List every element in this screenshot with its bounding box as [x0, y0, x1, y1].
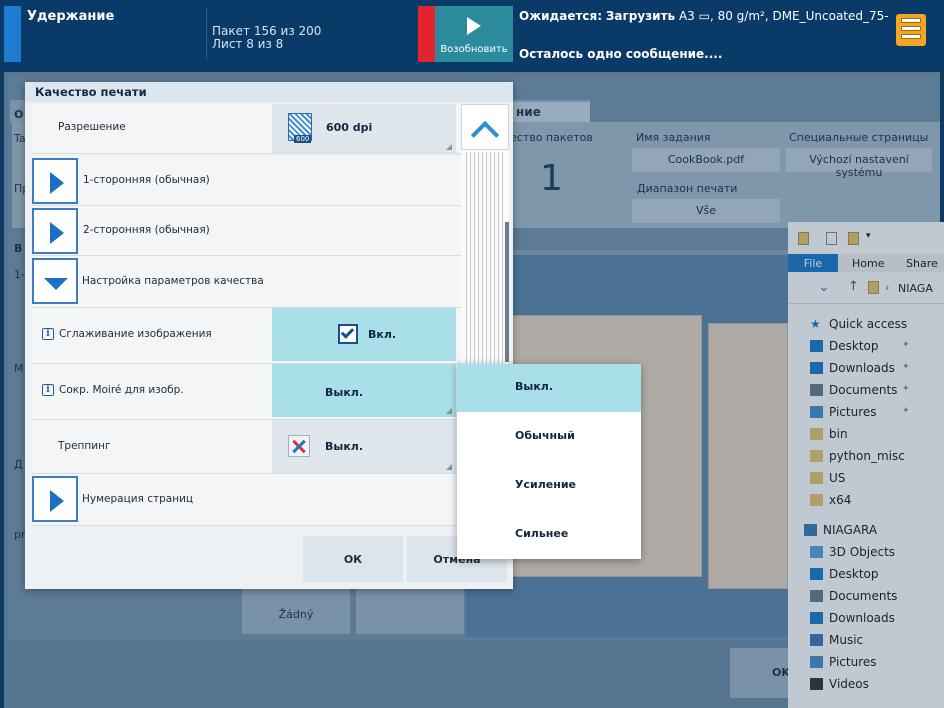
setting-row-moire: i Сокр. Moiré для изобр. Выкл. — [32, 364, 461, 420]
expand-right-icon — [50, 172, 64, 194]
quality-settings-label: Настройка параметров качества — [82, 275, 264, 287]
checkbox-checked-icon[interactable] — [338, 324, 358, 344]
setting-row-trapping: Треппинг Выкл. — [32, 420, 461, 474]
expected-media: A3 ▭, 80 g/m², DME_Uncoated_75- — [678, 9, 889, 23]
dropdown-corner-icon — [446, 464, 452, 470]
dropdown-option[interactable]: Сильнее — [457, 511, 641, 559]
expand-button[interactable] — [32, 476, 78, 522]
trapping-value: Выкл. — [325, 440, 364, 453]
dropdown-option[interactable]: Усиление — [457, 462, 641, 510]
ok-button[interactable]: ОК — [303, 536, 403, 582]
page-numbering-label: Нумерация страниц — [82, 493, 194, 505]
expected-action-verb: Загрузить — [605, 9, 676, 23]
setting-row-quality[interactable]: Настройка параметров качества — [32, 256, 461, 308]
smoothing-value: Вкл. — [368, 328, 397, 341]
stack-menu-icon[interactable] — [896, 14, 926, 46]
collapse-button[interactable] — [32, 258, 78, 304]
smoothing-toggle[interactable]: Вкл. — [272, 308, 456, 361]
moire-options-dropdown: Выкл. Обычный Усиление Сильнее — [457, 364, 641, 559]
info-icon[interactable]: i — [42, 328, 54, 340]
expected-action: Ожидается: Загрузить A3 ▭, 80 g/m², DME_… — [519, 9, 889, 23]
expand-right-icon — [50, 490, 64, 512]
setting-row-smoothing: i Сглаживание изображения Вкл. — [32, 308, 461, 364]
expected-prefix: Ожидается: — [519, 9, 603, 23]
smoothing-label: Сглаживание изображения — [59, 328, 212, 340]
alert-indicator — [418, 6, 435, 62]
print-quality-dialog: Качество печати Разрешение 600 600 dpi 1… — [25, 82, 513, 589]
duplex-label: 2-сторонняя (обычная) — [83, 224, 210, 236]
simplex-label: 1-сторонняя (обычная) — [83, 174, 210, 186]
dropdown-corner-icon — [446, 144, 452, 150]
setting-row-simplex[interactable]: 1-сторонняя (обычная) — [32, 156, 461, 206]
resume-button[interactable]: Возобновить — [435, 6, 513, 62]
resolution-select[interactable]: 600 600 dpi — [272, 104, 456, 153]
moire-value: Выкл. — [325, 386, 364, 399]
sheet-progress: Лист 8 из 8 — [212, 37, 284, 51]
setting-row-page-numbering[interactable]: Нумерация страниц — [32, 474, 461, 526]
info-icon[interactable]: i — [42, 384, 54, 396]
divider — [206, 8, 207, 60]
expand-button[interactable] — [32, 208, 78, 254]
resolution-icon-text: 600 — [294, 135, 312, 143]
hold-status-indicator — [4, 6, 21, 62]
scrollbar-thumb[interactable] — [505, 222, 509, 362]
trapping-icon — [288, 435, 310, 457]
expand-right-icon — [50, 222, 64, 244]
status-title: Удержание — [27, 9, 115, 24]
trapping-select[interactable]: Выкл. — [272, 420, 456, 473]
resolution-label: Разрешение — [58, 121, 126, 133]
expand-button[interactable] — [32, 158, 78, 204]
play-icon — [467, 17, 481, 35]
dropdown-option[interactable]: Выкл. — [457, 364, 641, 412]
setting-row-resolution: Разрешение 600 600 dpi — [32, 104, 461, 154]
resume-button-label: Возобновить — [440, 44, 508, 55]
dropdown-option[interactable]: Обычный — [457, 413, 641, 461]
expand-down-icon — [44, 278, 68, 290]
setting-row-duplex[interactable]: 2-сторонняя (обычная) — [32, 206, 461, 256]
moire-label: Сокр. Moiré для изобр. — [59, 384, 184, 396]
messages-link[interactable]: Осталось одно сообщение.... — [519, 47, 722, 61]
batch-progress: Пакет 156 из 200 — [212, 24, 322, 38]
scroll-up-button[interactable] — [461, 104, 509, 150]
moire-select[interactable]: Выкл. — [272, 364, 456, 417]
dialog-title: Качество печати — [25, 82, 513, 102]
resolution-value: 600 dpi — [326, 121, 373, 134]
dropdown-corner-icon — [446, 408, 452, 414]
trapping-label: Треппинг — [58, 440, 111, 452]
chevron-up-icon — [470, 120, 500, 150]
